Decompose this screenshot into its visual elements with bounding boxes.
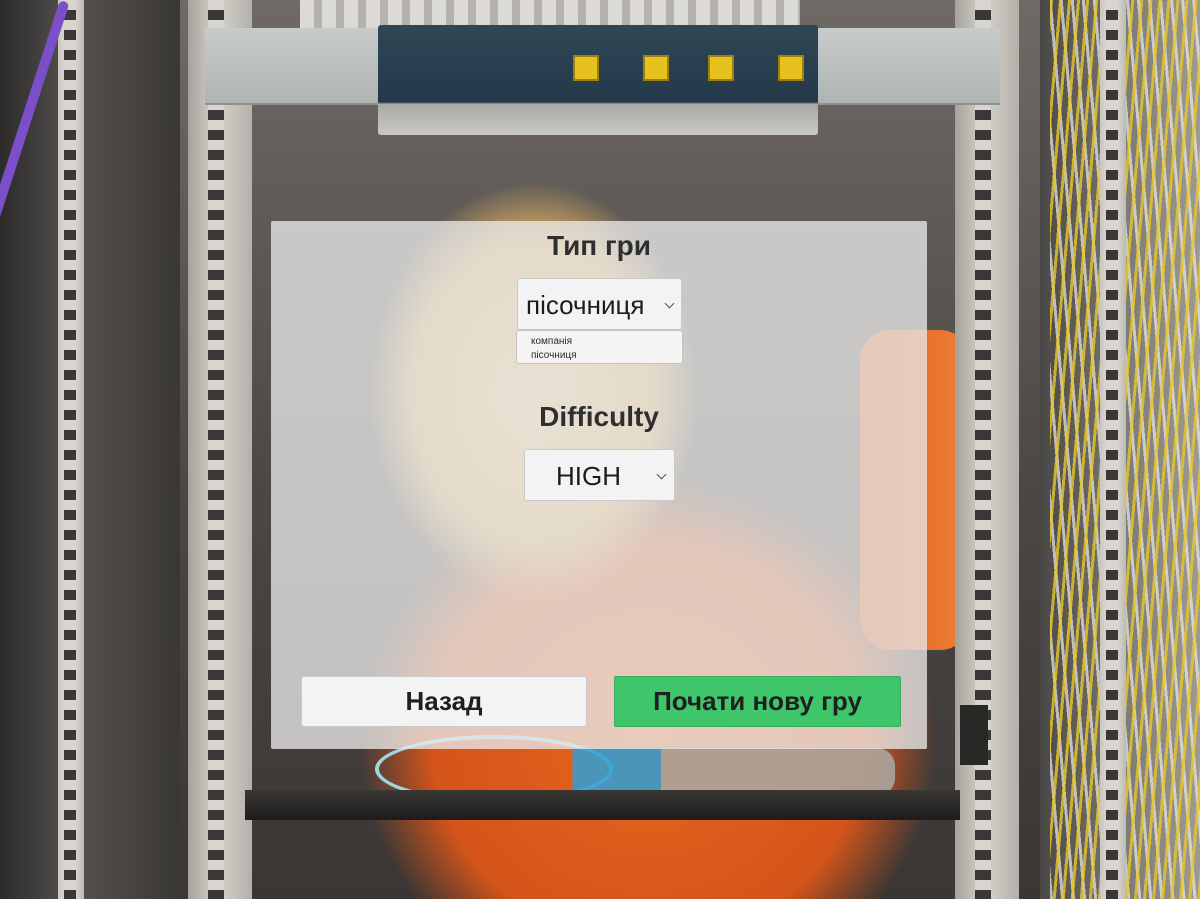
rack-rail-far-right	[1100, 0, 1126, 899]
chevron-down-icon	[656, 469, 667, 480]
game-type-select[interactable]: пісочниця	[517, 278, 682, 330]
network-switch	[378, 25, 818, 135]
difficulty-heading: Difficulty	[539, 401, 659, 432]
game-type-heading: Тип гри	[547, 230, 651, 261]
rack-shelf	[245, 790, 960, 820]
rack-rail-left	[188, 0, 252, 899]
new-game-panel: Тип гри пісочниця компанія пісочниця Dif…	[271, 221, 927, 749]
game-type-dropdown-list: компанія пісочниця	[516, 330, 683, 364]
switch-port	[708, 55, 734, 81]
difficulty-select[interactable]: HIGH	[524, 449, 675, 501]
chevron-down-icon	[664, 298, 675, 309]
switch-port	[778, 55, 804, 81]
switch-port	[573, 55, 599, 81]
back-button[interactable]: Назад	[301, 676, 587, 727]
cable-bundle-top	[300, 0, 800, 28]
game-type-option-sandbox[interactable]: пісочниця	[531, 349, 682, 363]
start-new-game-button[interactable]: Почати нову гру	[614, 676, 901, 727]
rack-rail-far-left	[58, 0, 84, 899]
crimping-tools	[375, 748, 895, 796]
switch-port	[643, 55, 669, 81]
difficulty-selected-value: HIGH	[556, 461, 621, 491]
game-type-option-campaign[interactable]: компанія	[531, 335, 682, 349]
game-type-selected-value: пісочниця	[526, 290, 645, 320]
server-rack-left	[0, 0, 180, 899]
rack-brand-logo	[960, 705, 988, 765]
